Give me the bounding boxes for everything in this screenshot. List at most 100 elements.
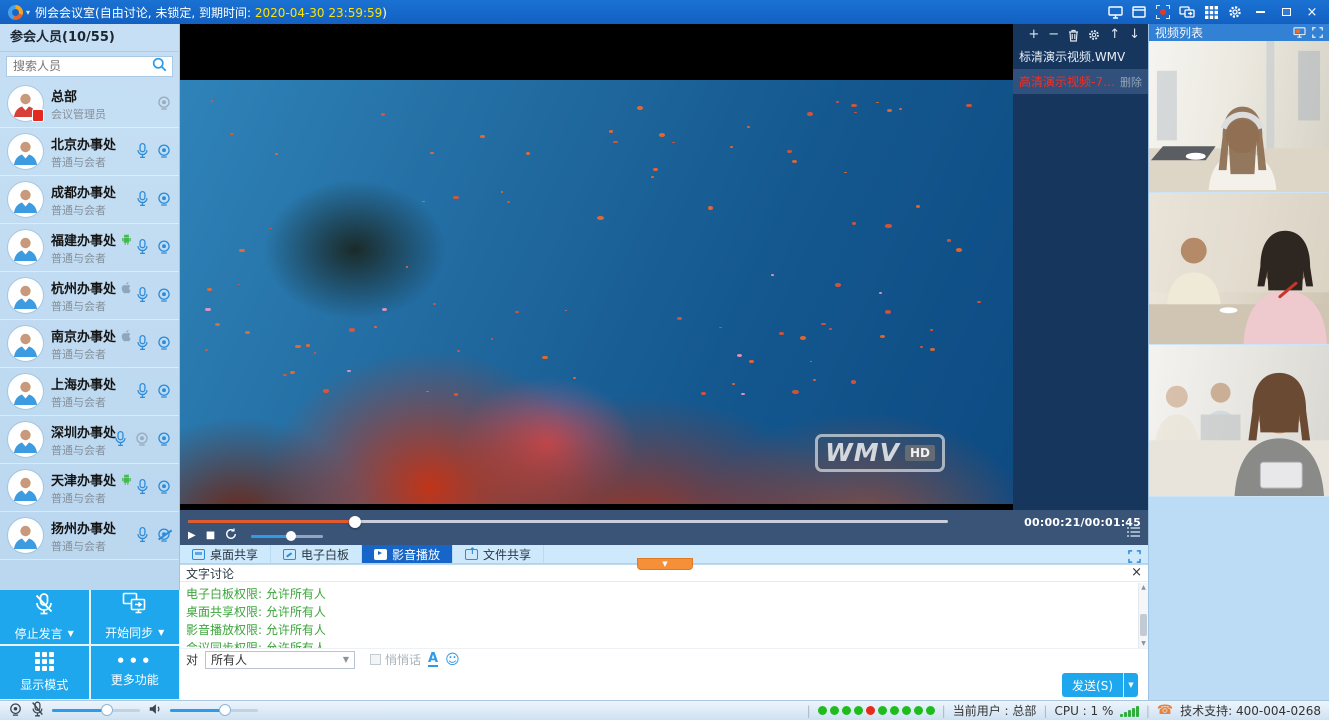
- webcam-icon[interactable]: [155, 478, 173, 496]
- participant-row[interactable]: 总部 会议管理员: [0, 80, 179, 128]
- webcam-icon[interactable]: [155, 142, 173, 160]
- scroll-up-icon[interactable]: ▲: [1139, 583, 1148, 592]
- feature-tab[interactable]: 电子白板: [271, 545, 362, 563]
- participant-row[interactable]: 天津办事处 普通与会者: [0, 464, 179, 512]
- monitor-icon[interactable]: [1293, 27, 1306, 38]
- whisper-checkbox[interactable]: 悄悄话: [370, 651, 421, 668]
- recipient-select[interactable]: 所有人 ▼: [205, 651, 355, 669]
- player-volume-thumb[interactable]: [286, 531, 296, 541]
- grid-icon[interactable]: [1200, 3, 1222, 21]
- video-feed-1[interactable]: [1149, 41, 1329, 193]
- microphone-icon[interactable]: [133, 142, 151, 160]
- video-feed-2[interactable]: [1149, 193, 1329, 345]
- webcam-icon[interactable]: [155, 238, 173, 256]
- microphone-icon[interactable]: [111, 430, 129, 448]
- replay-icon[interactable]: [225, 528, 237, 544]
- webcam-icon[interactable]: [155, 190, 173, 208]
- chat-scrollbar[interactable]: ▲ ▼: [1138, 583, 1148, 648]
- participant-row[interactable]: 北京办事处 普通与会者: [0, 128, 179, 176]
- speaker-volume-slider[interactable]: [170, 709, 258, 712]
- minimize-button[interactable]: [1247, 2, 1273, 22]
- seek-thumb[interactable]: [349, 516, 361, 528]
- microphone-icon[interactable]: [133, 286, 151, 304]
- participant-row[interactable]: 成都办事处 普通与会者: [0, 176, 179, 224]
- search-input[interactable]: [6, 56, 173, 77]
- microphone-icon[interactable]: [133, 382, 151, 400]
- seek-bar[interactable]: [188, 520, 948, 523]
- close-button[interactable]: ×: [1299, 2, 1325, 22]
- playlist-item[interactable]: 高清演示视频-720P.wmv 删除: [1013, 69, 1148, 94]
- video-feed-3[interactable]: [1149, 345, 1329, 497]
- window-icon[interactable]: [1128, 3, 1150, 21]
- settings-icon[interactable]: [1224, 3, 1246, 21]
- more-functions-button[interactable]: ••• 更多功能: [91, 646, 180, 700]
- microphone-icon[interactable]: [133, 334, 151, 352]
- expand-icon[interactable]: [1312, 27, 1323, 38]
- speaker-icon[interactable]: [148, 702, 162, 719]
- chat-input-area[interactable]: [180, 670, 1148, 700]
- chat-close-icon[interactable]: ×: [1131, 567, 1142, 579]
- share-icon[interactable]: [1176, 3, 1198, 21]
- webcam-icon[interactable]: [155, 334, 173, 352]
- scrollbar-thumb[interactable]: [1140, 614, 1147, 636]
- scroll-down-icon[interactable]: ▼: [1139, 639, 1148, 648]
- mic-volume-slider[interactable]: [52, 709, 140, 712]
- participant-row[interactable]: 南京办事处 普通与会者: [0, 320, 179, 368]
- webcam-icon[interactable]: [155, 430, 173, 448]
- playlist-settings-icon[interactable]: [1088, 29, 1100, 41]
- quality-dot: [890, 706, 899, 715]
- dropdown-caret-icon[interactable]: ▼: [68, 629, 74, 638]
- participant-row[interactable]: 上海办事处 普通与会者: [0, 368, 179, 416]
- webcam-icon[interactable]: [155, 286, 173, 304]
- feature-tab[interactable]: 桌面共享: [180, 545, 271, 563]
- search-icon[interactable]: [152, 57, 167, 76]
- stop-speaking-button[interactable]: 停止发言▼: [0, 590, 89, 644]
- display-mode-button[interactable]: 显示模式: [0, 646, 89, 700]
- play-button[interactable]: ▶: [188, 530, 196, 542]
- webcam-gray-icon[interactable]: [155, 94, 173, 112]
- move-down-icon[interactable]: ↓: [1129, 28, 1140, 42]
- checkbox-icon[interactable]: [370, 654, 381, 665]
- feature-tab[interactable]: 影音播放: [362, 545, 453, 563]
- microphone-muted-icon[interactable]: [31, 701, 44, 720]
- trash-icon[interactable]: [1068, 29, 1079, 42]
- stop-button[interactable]: ■: [206, 530, 215, 542]
- microphone-icon[interactable]: [133, 478, 151, 496]
- maximize-button[interactable]: [1273, 2, 1299, 22]
- microphone-icon[interactable]: [133, 190, 151, 208]
- participant-row[interactable]: 杭州办事处 普通与会者: [0, 272, 179, 320]
- dropdown-caret-icon[interactable]: ▼: [158, 628, 164, 637]
- delete-link[interactable]: 删除: [1120, 74, 1142, 90]
- add-media-icon[interactable]: +: [1028, 28, 1039, 42]
- record-icon[interactable]: [1152, 3, 1174, 21]
- start-sync-button[interactable]: 开始同步▼: [91, 590, 180, 644]
- participant-row[interactable]: 福建办事处 普通与会者: [0, 224, 179, 272]
- webcam-gray-icon[interactable]: [133, 430, 151, 448]
- participant-row[interactable]: 扬州办事处 普通与会者: [0, 512, 179, 560]
- player-volume-slider[interactable]: [251, 535, 323, 538]
- font-style-icon[interactable]: A: [428, 653, 438, 667]
- media-playback-stage[interactable]: WMVHD: [180, 24, 1013, 510]
- participant-role: 普通与会者: [51, 538, 133, 554]
- send-options-caret[interactable]: ▼: [1123, 673, 1138, 697]
- participant-role: 普通与会者: [51, 202, 133, 218]
- send-button[interactable]: 发送(S): [1062, 673, 1123, 697]
- playlist-toggle-icon[interactable]: [1127, 522, 1140, 541]
- participant-row[interactable]: 深圳办事处 普通与会者: [0, 416, 179, 464]
- playlist-item[interactable]: 标清演示视频.WMV: [1013, 44, 1148, 69]
- feature-tab[interactable]: 文件共享: [453, 545, 544, 563]
- chevron-down-icon[interactable]: ▾: [26, 8, 30, 17]
- microphone-icon[interactable]: [133, 526, 151, 544]
- microphone-icon[interactable]: [133, 238, 151, 256]
- speaker-volume-thumb[interactable]: [219, 704, 231, 716]
- webcam-off-icon[interactable]: [155, 526, 173, 544]
- webcam-icon[interactable]: [155, 382, 173, 400]
- mic-volume-thumb[interactable]: [101, 704, 113, 716]
- remove-media-icon[interactable]: −: [1048, 28, 1059, 42]
- chat-collapse-handle[interactable]: ▼: [637, 558, 693, 570]
- chat-message: 电子白板权限: 允许所有人: [186, 585, 1138, 603]
- emoji-icon[interactable]: ☺: [445, 653, 460, 667]
- screenshot-icon[interactable]: [1104, 3, 1126, 21]
- move-up-icon[interactable]: ↑: [1109, 28, 1120, 42]
- webcam-status-icon[interactable]: [8, 702, 23, 720]
